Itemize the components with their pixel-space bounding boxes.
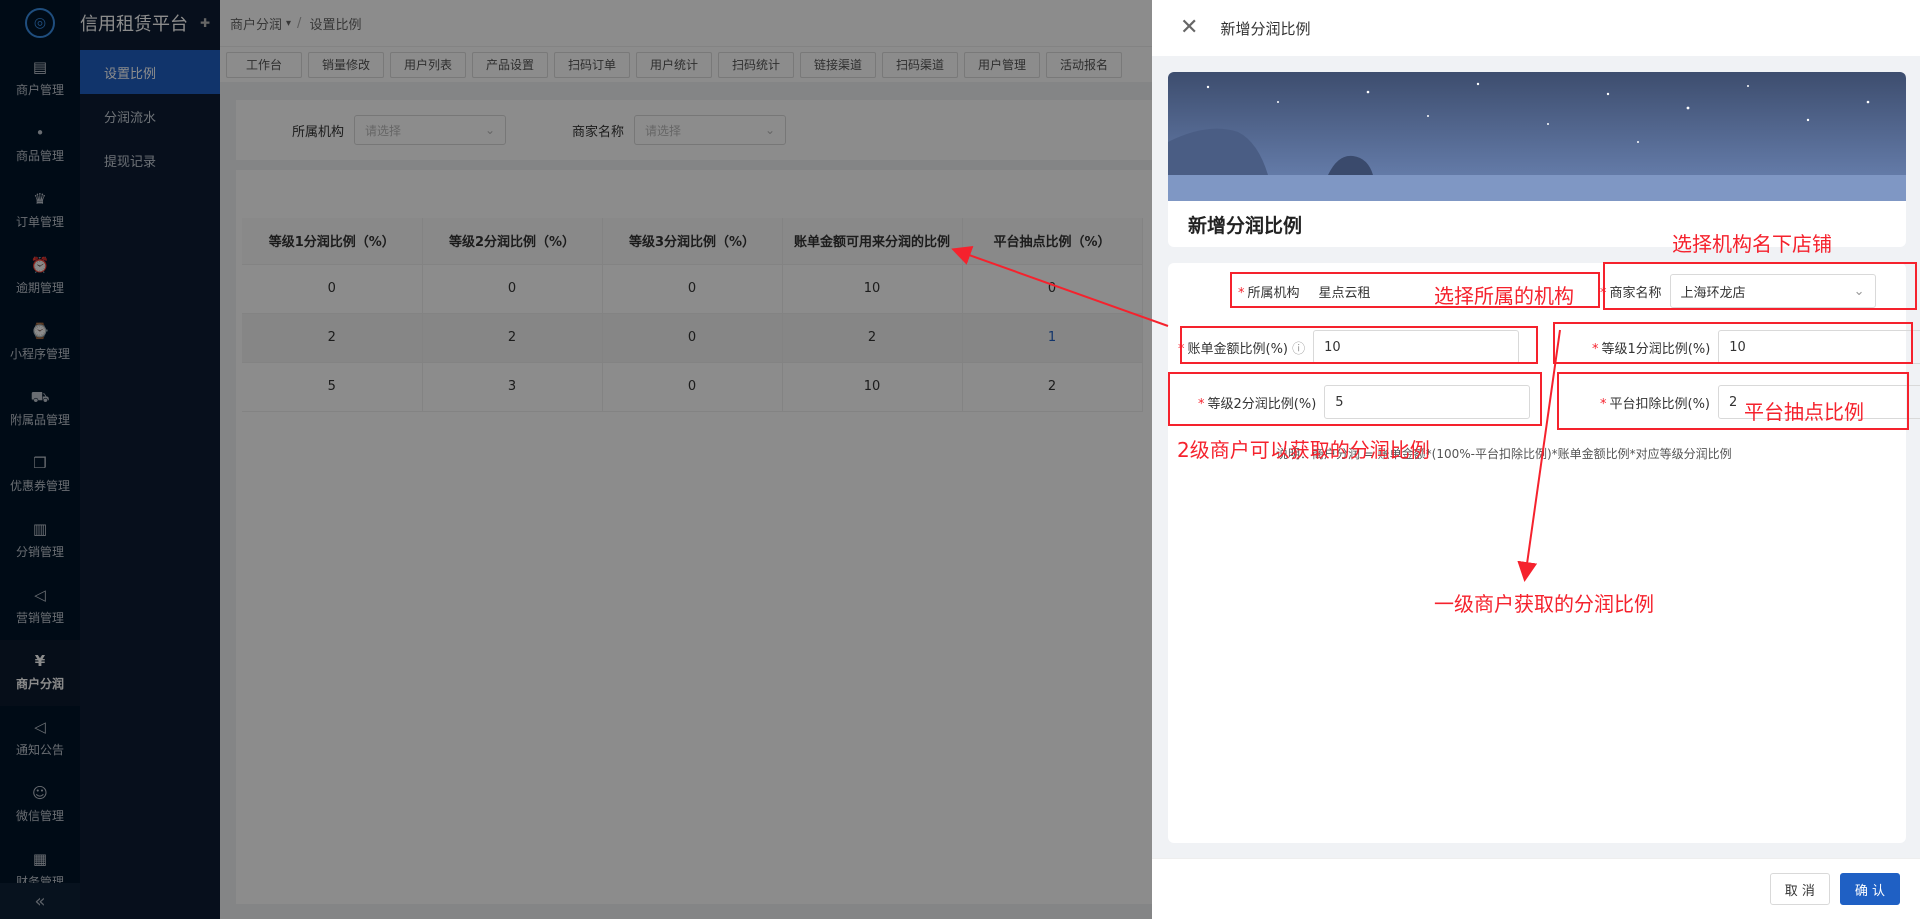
annotation-level1: 一级商户获取的分润比例 — [1434, 592, 1654, 616]
drawer-footer: 取 消 确 认 — [1152, 858, 1920, 919]
cancel-button[interactable]: 取 消 — [1769, 873, 1830, 905]
annotation-box-level2 — [1168, 372, 1542, 426]
annotation-box-merchant — [1603, 262, 1917, 310]
banner-image — [1168, 72, 1906, 201]
modal-mask[interactable] — [0, 0, 1152, 919]
annotation-merchant: 选择机构名下店铺 — [1672, 232, 1832, 256]
confirm-button[interactable]: 确 认 — [1839, 873, 1900, 905]
annotation-org: 选择所属的机构 — [1434, 284, 1574, 308]
annotation-level2: 2级商户可以获取的分润比例 — [1177, 438, 1430, 462]
close-icon[interactable]: ✕ — [1180, 17, 1198, 39]
drawer-title: 新增分润比例 — [1220, 19, 1311, 38]
annotation-box-bill-ratio — [1180, 326, 1538, 364]
annotation-platform: 平台抽点比例 — [1744, 400, 1864, 424]
app: ◎ ▤ 商户管理 • 商品管理 ♛ 订单管理 ⏰ 逾期管理 ⌚ 小程序管理 ⛟ 附属品管理 ❒ 优惠券管理… — [0, 0, 1920, 919]
annotation-box-level1 — [1553, 322, 1913, 364]
drawer-header: ✕ 新增分润比例 — [1152, 0, 1920, 56]
